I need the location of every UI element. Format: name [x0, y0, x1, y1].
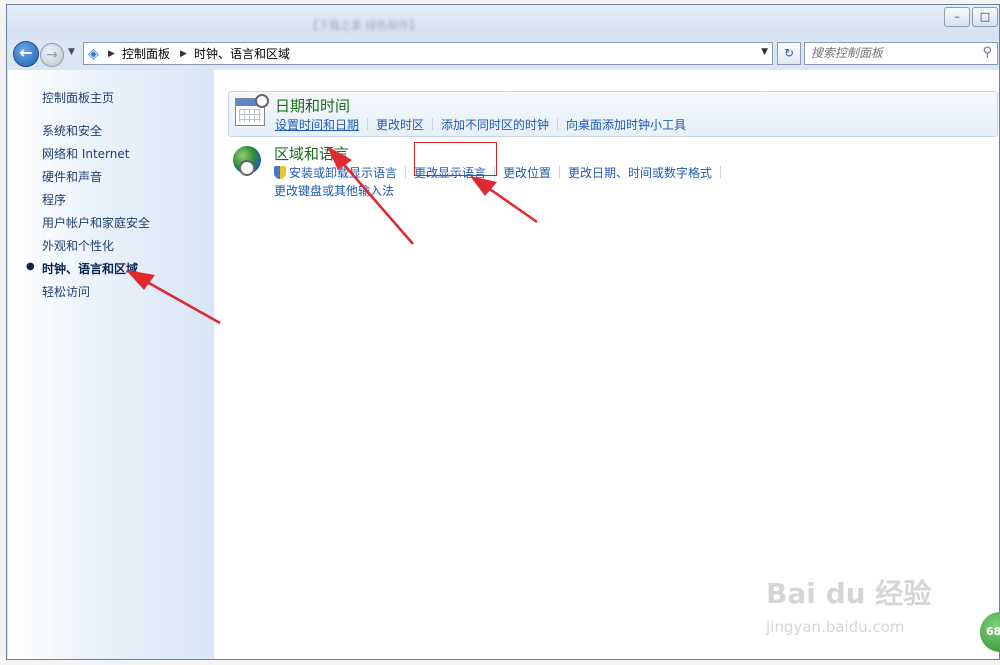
divider [405, 166, 407, 178]
category-title-region-language[interactable]: 区域和语言 [274, 143, 349, 164]
chevron-right-icon[interactable]: ▶ [180, 46, 187, 62]
link-add-clock-gadget[interactable]: 向桌面添加时钟小工具 [566, 118, 686, 132]
sidebar: 控制面板主页 系统和安全 网络和 Internet 硬件和声音 程序 用户帐户和… [8, 70, 214, 659]
baidu-watermark-url: jingyan.baidu.com [766, 618, 905, 636]
title-bar: 【下载之家 绿色软件】 – □ [7, 5, 999, 39]
sidebar-item-hardware-sound[interactable]: 硬件和声音 [42, 168, 102, 185]
chevron-right-icon[interactable]: ▶ [108, 46, 115, 62]
category-date-time: 日期和时间 设置时间和日期 更改时区 添加不同时区的时钟 向桌面添加时钟小工具 [228, 91, 998, 137]
window-title: 【下载之家 绿色软件】 [307, 19, 421, 32]
sidebar-item-clock-language-region[interactable]: 时钟、语言和区域 [42, 260, 138, 277]
sidebar-item-system-security[interactable]: 系统和安全 [42, 122, 102, 139]
sidebar-item-network-internet[interactable]: 网络和 Internet [42, 145, 129, 162]
uac-shield-icon [274, 166, 286, 179]
navigation-bar: ← → ▼ ◈ ▶ 控制面板 ▶ 时钟、语言和区域 ▼ ↻ ⚲ [7, 39, 999, 69]
address-bar[interactable]: ◈ ▶ 控制面板 ▶ 时钟、语言和区域 ▼ [83, 42, 773, 65]
sidebar-item-ease-of-access[interactable]: 轻松访问 [42, 283, 90, 300]
breadcrumb-clock-language-region[interactable]: 时钟、语言和区域 [194, 46, 290, 62]
link-change-keyboard-input[interactable]: 更改键盘或其他输入法 [274, 184, 394, 198]
category-links-region-language: 安装或卸载显示语言 更改显示语言 更改位置 更改日期、时间或数字格式 [274, 164, 729, 181]
link-change-time-zone[interactable]: 更改时区 [376, 118, 424, 132]
link-install-uninstall-language[interactable]: 安装或卸载显示语言 [289, 166, 397, 180]
link-change-date-time-number-format[interactable]: 更改日期、时间或数字格式 [568, 166, 712, 180]
active-bullet-icon: ● [26, 261, 35, 272]
divider [557, 118, 559, 130]
search-input[interactable] [811, 43, 976, 63]
breadcrumb-control-panel[interactable]: 控制面板 [122, 46, 170, 62]
address-dropdown-icon[interactable]: ▼ [761, 47, 768, 57]
baidu-watermark: Bai du 经验 [766, 577, 932, 610]
main-content: 日期和时间 设置时间和日期 更改时区 添加不同时区的时钟 向桌面添加时钟小工具 区域和… [214, 70, 999, 659]
annotation-highlight-box [414, 142, 497, 176]
minimize-button[interactable]: – [944, 7, 970, 27]
category-links-region-language-row2: 更改键盘或其他输入法 [274, 182, 394, 199]
clock-icon [255, 94, 269, 108]
back-button[interactable]: ← [13, 41, 39, 67]
divider [432, 118, 434, 130]
forward-button[interactable]: → [40, 43, 64, 67]
sidebar-item-home[interactable]: 控制面板主页 [42, 89, 114, 106]
divider [720, 166, 722, 178]
sidebar-item-user-accounts[interactable]: 用户帐户和家庭安全 [42, 214, 150, 231]
category-links-date-time: 设置时间和日期 更改时区 添加不同时区的时钟 向桌面添加时钟小工具 [275, 116, 686, 133]
category-title-date-time[interactable]: 日期和时间 [275, 95, 350, 116]
link-set-time-date[interactable]: 设置时间和日期 [275, 118, 359, 132]
refresh-button[interactable]: ↻ [777, 42, 801, 65]
control-panel-window: 【下载之家 绿色软件】 – □ ← → ▼ ◈ ▶ 控制面板 ▶ 时钟、语言和区… [6, 4, 1000, 660]
search-icon[interactable]: ⚲ [982, 45, 992, 60]
link-add-clocks[interactable]: 添加不同时区的时钟 [441, 118, 549, 132]
recent-pages-dropdown[interactable]: ▼ [68, 47, 75, 57]
sidebar-item-programs[interactable]: 程序 [42, 191, 66, 208]
control-panel-icon: ◈ [88, 46, 99, 62]
search-box[interactable]: ⚲ [804, 42, 998, 65]
maximize-button[interactable]: □ [972, 7, 998, 27]
divider [367, 118, 369, 130]
divider [559, 166, 561, 178]
clock-icon [239, 160, 255, 176]
link-change-location[interactable]: 更改位置 [503, 166, 551, 180]
category-region-language: 区域和语言 安装或卸载显示语言 更改显示语言 更改位置 更改日期、时间或数字格式 更改… [228, 140, 998, 200]
sidebar-item-appearance[interactable]: 外观和个性化 [42, 237, 114, 254]
